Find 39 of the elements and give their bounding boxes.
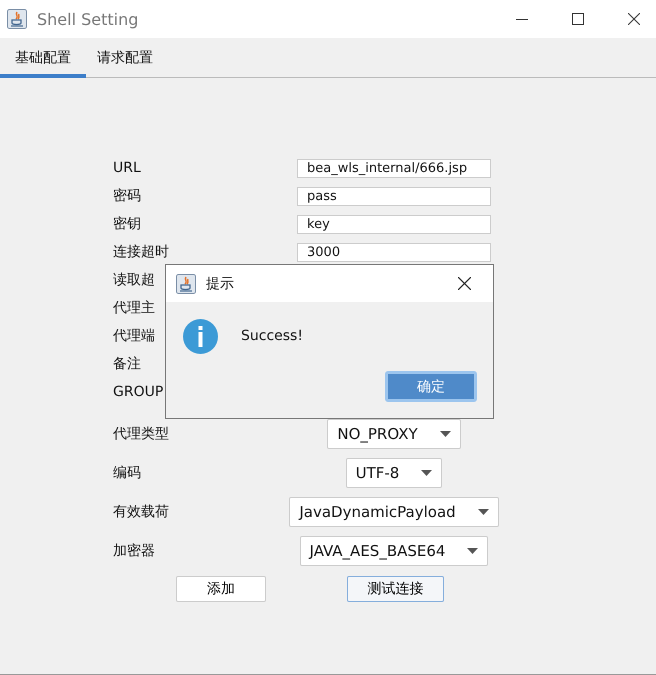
caret-icon [421, 470, 432, 476]
dropdown[interactable]: UTF-8 [346, 458, 442, 488]
dropdown[interactable]: JAVA_AES_BASE64 [300, 536, 488, 566]
tab[interactable]: 请求配置 [86, 38, 164, 78]
field-label: 读取超 [113, 271, 155, 289]
java-cup-icon [176, 274, 196, 294]
java-cup-icon [7, 9, 27, 29]
window-title: Shell Setting [37, 10, 138, 28]
tab[interactable]: 基础配置 [0, 38, 86, 78]
field-label: 密钥 [113, 215, 141, 233]
dropdown[interactable]: JavaDynamicPayload [289, 496, 499, 526]
caret-icon [467, 548, 478, 554]
ok-button[interactable]: 确定 [385, 371, 477, 402]
caret-icon [440, 430, 451, 436]
close-icon[interactable] [458, 277, 471, 290]
action-button[interactable]: 添加 [176, 576, 266, 602]
info-icon [183, 319, 218, 354]
dialog-title: 提示 [206, 274, 234, 292]
field-label: 有效载荷 [113, 502, 169, 520]
text-field[interactable]: bea_wls_internal/666.jsp [297, 158, 491, 178]
field-label: URL [113, 160, 141, 176]
text-field[interactable]: key [297, 214, 491, 234]
close-icon[interactable] [628, 13, 640, 25]
action-button[interactable]: 测试连接 [347, 576, 444, 602]
field-label: 编码 [113, 464, 141, 482]
dialog-message: Success! [241, 328, 303, 344]
field-label: 备注 [113, 355, 141, 373]
caret-icon [478, 508, 489, 514]
field-label: 密码 [113, 187, 141, 205]
field-label: 代理主 [113, 299, 155, 317]
field-label: 代理端 [113, 327, 155, 345]
dropdown[interactable]: NO_PROXY [327, 418, 461, 448]
field-label: 代理类型 [113, 424, 169, 442]
maximize-icon[interactable] [572, 13, 584, 25]
text-field[interactable]: 3000 [297, 242, 491, 262]
field-label: 加密器 [113, 542, 155, 560]
field-label: 连接超时 [113, 243, 169, 261]
field-label: GROUP [113, 384, 164, 400]
text-field[interactable]: pass [297, 186, 491, 206]
